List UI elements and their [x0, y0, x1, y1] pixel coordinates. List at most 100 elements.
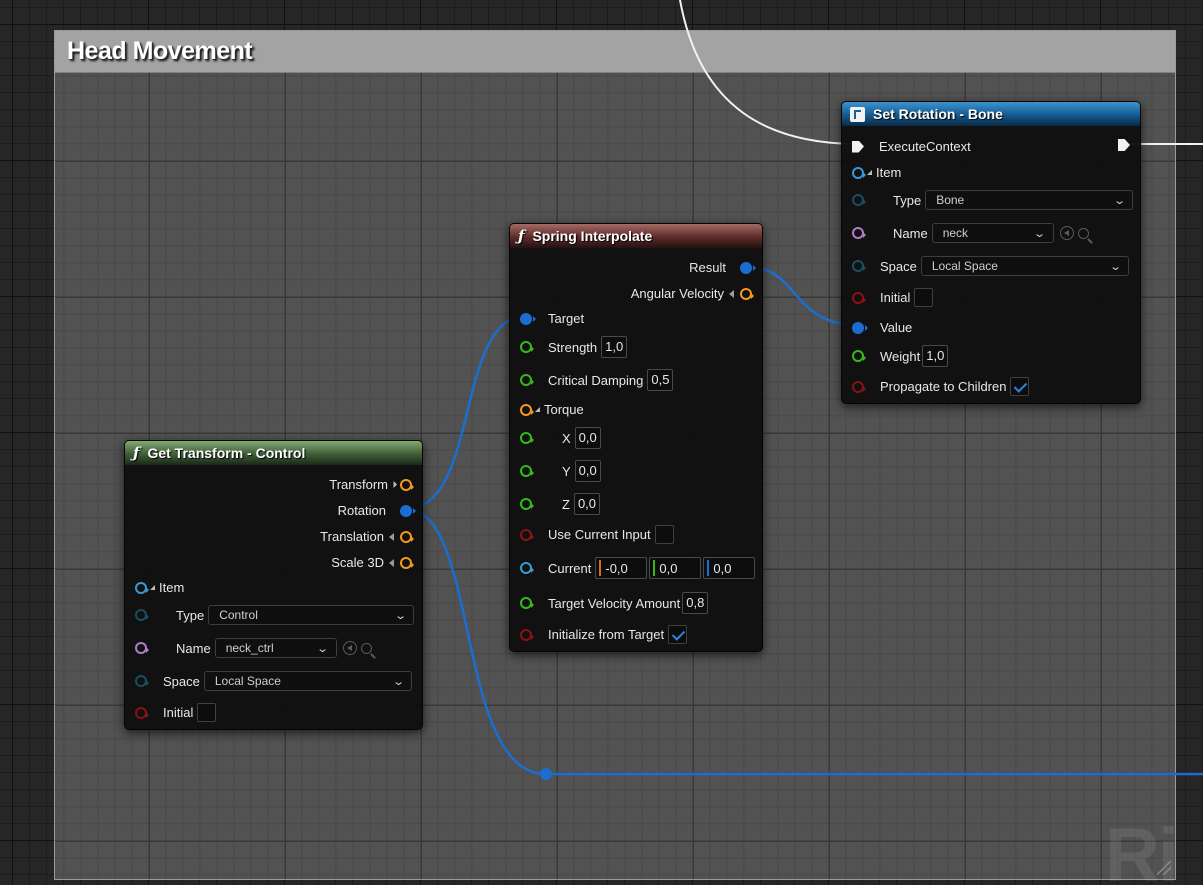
- exec-wire-in[interactable]: [679, 0, 856, 145]
- initial-input-pin[interactable]: [852, 291, 866, 304]
- initial-input-pin[interactable]: [135, 706, 149, 719]
- type-input: Type Control ⌄: [135, 605, 415, 625]
- current-x-field[interactable]: -0,0: [595, 557, 648, 579]
- get-transform-header[interactable]: ƒ Get Transform - Control: [125, 441, 422, 465]
- use-selected-icon[interactable]: [1059, 226, 1074, 240]
- name-dropdown[interactable]: neck ⌄: [931, 223, 1054, 243]
- expand-triangle-icon[interactable]: [389, 480, 398, 489]
- use-current-input-checkbox[interactable]: [654, 525, 674, 544]
- function-icon: ƒ: [518, 227, 525, 245]
- rotation-output: Rotation: [337, 503, 416, 518]
- y-input-pin[interactable]: [520, 465, 534, 477]
- space-dropdown[interactable]: Local Space ⌄: [920, 256, 1129, 276]
- name-label: Name: [176, 640, 211, 656]
- space-input-pin[interactable]: [852, 260, 866, 272]
- torque-x-input: X 0,0: [520, 427, 601, 449]
- use-selected-icon[interactable]: [342, 641, 357, 655]
- strength-input: Strength 1,0: [520, 336, 628, 358]
- critical-damping-field[interactable]: 0,5: [647, 369, 674, 391]
- scale3d-output-pin[interactable]: [400, 556, 414, 569]
- collapse-triangle-icon[interactable]: [150, 585, 155, 590]
- target-velocity-field[interactable]: 0,8: [682, 592, 709, 614]
- rotation-to-target-wire[interactable]: [405, 314, 527, 511]
- propagate-input: Propagate to Children: [852, 377, 1030, 396]
- strength-input-pin[interactable]: [520, 341, 534, 353]
- current-y-value: 0,0: [659, 560, 678, 576]
- propagate-checkbox[interactable]: [1010, 377, 1030, 396]
- y-axis-bar: [653, 560, 656, 576]
- spring-interpolate-node[interactable]: ƒ Spring Interpolate Result Angular Velo…: [509, 223, 763, 652]
- target-velocity-input-pin[interactable]: [520, 597, 534, 609]
- weight-input-pin[interactable]: [852, 350, 866, 362]
- collapse-triangle-icon[interactable]: [867, 170, 872, 175]
- expand-arrow-icon[interactable]: [729, 289, 734, 298]
- angular-velocity-output: Angular Velocity: [631, 286, 754, 301]
- target-label: Target: [548, 311, 585, 326]
- spring-interpolate-header[interactable]: ƒ Spring Interpolate: [510, 224, 762, 248]
- node-title: Set Rotation - Bone: [873, 106, 1003, 122]
- space-dropdown[interactable]: Local Space ⌄: [203, 671, 412, 691]
- z-input-pin[interactable]: [520, 498, 534, 510]
- result-output-pin[interactable]: [740, 261, 756, 274]
- initial-checkbox[interactable]: [914, 288, 934, 307]
- name-input-pin[interactable]: [135, 642, 149, 654]
- torque-label: Torque: [544, 402, 584, 417]
- exec-input-pin[interactable]: [852, 140, 864, 153]
- node-title: Get Transform - Control: [147, 445, 306, 461]
- search-icon[interactable]: [360, 642, 372, 654]
- name-input: Name neck ⌄: [852, 223, 1089, 243]
- y-field[interactable]: 0,0: [574, 460, 601, 482]
- item-input-pin[interactable]: [135, 581, 149, 594]
- search-icon[interactable]: [1077, 227, 1089, 239]
- item-label: Item: [876, 165, 902, 180]
- torque-z-input: Z 0,0: [520, 493, 601, 515]
- angular-velocity-output-pin[interactable]: [740, 287, 754, 300]
- current-input-pin[interactable]: [520, 562, 534, 574]
- expand-arrow-icon[interactable]: [389, 532, 394, 541]
- propagate-input-pin[interactable]: [852, 380, 866, 393]
- x-field[interactable]: 0,0: [574, 427, 601, 449]
- value-input-pin[interactable]: [852, 321, 868, 334]
- space-input-pin[interactable]: [135, 675, 149, 687]
- weight-field[interactable]: 1,0: [922, 345, 949, 367]
- collapse-triangle-icon[interactable]: [535, 407, 540, 412]
- x-input-pin[interactable]: [520, 432, 534, 444]
- initialize-input-pin[interactable]: [520, 628, 534, 641]
- initialize-checkbox[interactable]: [668, 625, 688, 644]
- type-input-pin[interactable]: [852, 194, 866, 206]
- strength-field[interactable]: 1,0: [601, 336, 628, 358]
- get-transform-node[interactable]: ƒ Get Transform - Control Transform Rota…: [124, 440, 423, 730]
- current-y-field[interactable]: 0,0: [649, 557, 702, 579]
- expand-arrow-icon[interactable]: [389, 558, 394, 567]
- current-z-field[interactable]: 0,0: [703, 557, 756, 579]
- rotation-output-pin[interactable]: [400, 504, 416, 517]
- type-dropdown[interactable]: Bone ⌄: [925, 190, 1134, 210]
- type-label: Type: [893, 192, 922, 208]
- rotation-label: Rotation: [337, 503, 386, 518]
- name-dropdown[interactable]: neck_ctrl ⌄: [214, 638, 337, 658]
- initial-checkbox[interactable]: [197, 703, 217, 722]
- critical-damping-input-pin[interactable]: [520, 374, 534, 386]
- item-input-pin[interactable]: [852, 166, 866, 179]
- name-input-pin[interactable]: [852, 227, 866, 239]
- y-label: Y: [562, 463, 571, 479]
- translation-output-pin[interactable]: [400, 530, 414, 543]
- reroute-node[interactable]: [540, 768, 552, 780]
- exec-output-pin[interactable]: [1118, 139, 1130, 151]
- item-input: Item: [135, 580, 184, 595]
- target-input: Target: [520, 311, 584, 326]
- z-field[interactable]: 0,0: [573, 493, 601, 515]
- type-dropdown[interactable]: Control ⌄: [208, 605, 415, 625]
- set-rotation-header[interactable]: Set Rotation - Bone: [842, 102, 1140, 126]
- torque-y-input: Y 0,0: [520, 460, 601, 482]
- result-output: Result: [689, 260, 756, 275]
- use-current-input-pin[interactable]: [520, 528, 534, 541]
- type-input-pin[interactable]: [135, 609, 149, 621]
- set-rotation-node[interactable]: Set Rotation - Bone ExecuteContext Item …: [841, 101, 1141, 404]
- transform-output-pin[interactable]: [400, 478, 414, 491]
- critical-damping-input: Critical Damping 0,5: [520, 369, 674, 391]
- target-velocity-label: Target Velocity Amount: [548, 595, 681, 611]
- current-x-value: -0,0: [605, 560, 628, 576]
- target-input-pin[interactable]: [520, 312, 536, 325]
- torque-input-pin[interactable]: [520, 403, 534, 416]
